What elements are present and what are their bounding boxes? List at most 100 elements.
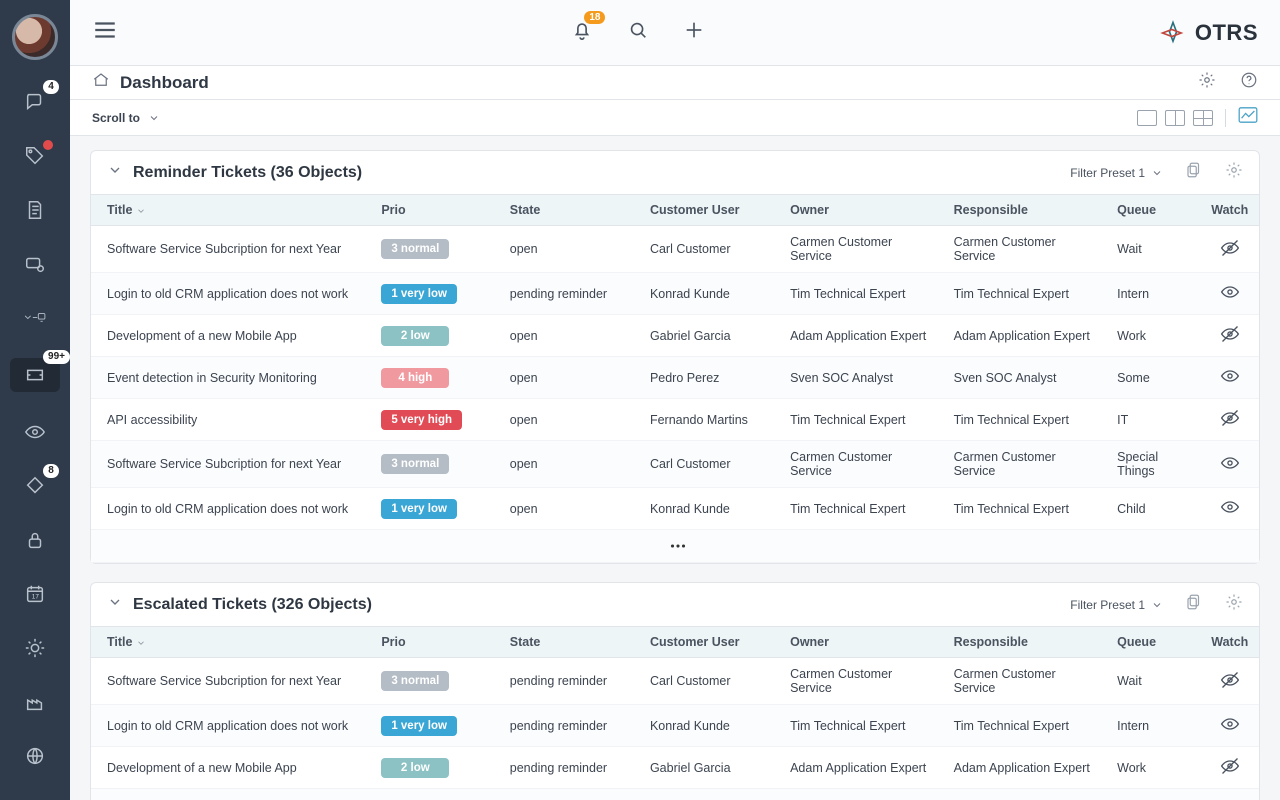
- cell-queue: IT: [1107, 399, 1200, 441]
- cell-responsible: Carmen Customer Service: [944, 226, 1108, 273]
- column-header[interactable]: State: [500, 627, 640, 658]
- column-header[interactable]: Prio: [371, 627, 499, 658]
- chevron-down-icon[interactable]: [148, 112, 160, 124]
- table-row[interactable]: Event detection in Security Monitoring4 …: [91, 357, 1259, 399]
- cell-owner: Tim Technical Expert: [780, 273, 944, 315]
- cell-responsible: Tim Technical Expert: [944, 273, 1108, 315]
- help-icon[interactable]: [1240, 71, 1258, 94]
- watch-toggle[interactable]: [1201, 226, 1259, 273]
- filter-preset-dropdown[interactable]: Filter Preset 1: [1070, 166, 1163, 180]
- column-header[interactable]: Customer User: [640, 195, 780, 226]
- column-header[interactable]: Owner: [780, 195, 944, 226]
- layout-chart-icon[interactable]: [1238, 107, 1258, 128]
- cell-queue: Child: [1107, 488, 1200, 530]
- notifications-bell-icon[interactable]: 18: [571, 19, 593, 46]
- sidebar-article-icon[interactable]: [21, 196, 49, 224]
- column-header[interactable]: Queue: [1107, 627, 1200, 658]
- sidebar-lock-icon[interactable]: [21, 526, 49, 554]
- cell-state: open: [500, 399, 640, 441]
- sidebar-tag-icon[interactable]: [21, 142, 49, 170]
- priority-badge: 2 low: [381, 758, 449, 778]
- home-icon[interactable]: [92, 71, 110, 94]
- watch-toggle[interactable]: [1201, 399, 1259, 441]
- column-header[interactable]: Title: [91, 195, 371, 226]
- table-row[interactable]: Software Service Subcription for next Ye…: [91, 658, 1259, 705]
- sidebar-gear-cluster-icon[interactable]: [21, 634, 49, 662]
- copy-list-icon[interactable]: [1185, 593, 1203, 616]
- priority-badge: 5 very high: [381, 410, 462, 430]
- cell-customer: Fernando Martins: [640, 399, 780, 441]
- watch-toggle[interactable]: [1201, 705, 1259, 747]
- watch-toggle[interactable]: [1201, 789, 1259, 800]
- cell-customer: Carl Customer: [640, 226, 780, 273]
- column-header[interactable]: Queue: [1107, 195, 1200, 226]
- ticket-section-card: Reminder Tickets (36 Objects)Filter Pres…: [90, 150, 1260, 564]
- cell-customer: Gabriel Garcia: [640, 315, 780, 357]
- watch-toggle[interactable]: [1201, 315, 1259, 357]
- priority-badge: 3 normal: [381, 454, 449, 474]
- cell-owner: Sven SOC Analyst: [780, 789, 944, 800]
- sidebar-globe-icon[interactable]: [21, 742, 49, 770]
- watch-toggle[interactable]: [1201, 747, 1259, 789]
- column-header[interactable]: Owner: [780, 627, 944, 658]
- load-more-icon[interactable]: [91, 530, 1259, 563]
- sidebar-factory-icon[interactable]: [21, 688, 49, 716]
- section-settings-icon[interactable]: [1225, 593, 1243, 616]
- avatar[interactable]: [12, 14, 58, 60]
- copy-list-icon[interactable]: [1185, 161, 1203, 184]
- column-header[interactable]: Responsible: [944, 627, 1108, 658]
- table-row[interactable]: Software Service Subcription for next Ye…: [91, 226, 1259, 273]
- cell-responsible: Carmen Customer Service: [944, 658, 1108, 705]
- layout-single-icon[interactable]: [1137, 110, 1157, 126]
- table-row[interactable]: Software Service Subcription for next Ye…: [91, 441, 1259, 488]
- column-header[interactable]: Responsible: [944, 195, 1108, 226]
- cell-owner: Carmen Customer Service: [780, 658, 944, 705]
- column-header[interactable]: Watch: [1201, 195, 1259, 226]
- layout-split-v-icon[interactable]: [1165, 110, 1185, 126]
- sidebar-monitor-icon[interactable]: [21, 304, 49, 332]
- column-header[interactable]: Prio: [371, 195, 499, 226]
- sidebar-chat-icon[interactable]: 4: [21, 88, 49, 116]
- watch-toggle[interactable]: [1201, 441, 1259, 488]
- sidebar-calendar-icon[interactable]: 17: [21, 580, 49, 608]
- search-icon[interactable]: [627, 19, 649, 46]
- table-row[interactable]: API accessibility 5 very high openFernando…: [91, 399, 1259, 441]
- cell-responsible: Tim Technical Expert: [944, 488, 1108, 530]
- collapse-chevron-icon[interactable]: [107, 594, 123, 615]
- cell-customer: Gabriel Garcia: [640, 747, 780, 789]
- table-row[interactable]: Login to old CRM application does not wo…: [91, 273, 1259, 315]
- sidebar-cards-icon[interactable]: [21, 250, 49, 278]
- watch-toggle[interactable]: [1201, 658, 1259, 705]
- settings-gear-icon[interactable]: [1198, 71, 1216, 94]
- sidebar-eye-icon[interactable]: [21, 418, 49, 446]
- table-row[interactable]: Event detection in Security Monitoring4 …: [91, 789, 1259, 800]
- scroll-to-dropdown[interactable]: Scroll to: [92, 111, 140, 125]
- column-header[interactable]: Title: [91, 627, 371, 658]
- filter-preset-dropdown[interactable]: Filter Preset 1: [1070, 598, 1163, 612]
- cell-title: API accessibility: [91, 399, 371, 441]
- table-row[interactable]: Development of a new Mobile App2 lowpend…: [91, 747, 1259, 789]
- sidebar-tickets-icon[interactable]: 99+: [10, 358, 60, 392]
- cell-customer: Carl Customer: [640, 441, 780, 488]
- table-row[interactable]: Login to old CRM application does not wo…: [91, 705, 1259, 747]
- table-row[interactable]: Login to old CRM application does not wo…: [91, 488, 1259, 530]
- add-icon[interactable]: [683, 19, 705, 46]
- column-header[interactable]: State: [500, 195, 640, 226]
- sidebar-diamond-icon[interactable]: 8: [21, 472, 49, 500]
- column-header[interactable]: Customer User: [640, 627, 780, 658]
- table-row[interactable]: Development of a new Mobile App2 lowopen…: [91, 315, 1259, 357]
- priority-badge: 4 high: [381, 368, 449, 388]
- collapse-chevron-icon[interactable]: [107, 162, 123, 183]
- hamburger-menu-icon[interactable]: [92, 17, 118, 48]
- cell-state: pending reminder: [500, 705, 640, 747]
- section-settings-icon[interactable]: [1225, 161, 1243, 184]
- cell-customer: Carl Customer: [640, 658, 780, 705]
- watch-toggle[interactable]: [1201, 273, 1259, 315]
- cell-customer: Konrad Kunde: [640, 273, 780, 315]
- layout-grid-icon[interactable]: [1193, 110, 1213, 126]
- column-header[interactable]: Watch: [1201, 627, 1259, 658]
- sidebar: 4 99+ 8: [0, 0, 70, 800]
- sort-indicator-icon: [132, 635, 146, 649]
- watch-toggle[interactable]: [1201, 357, 1259, 399]
- watch-toggle[interactable]: [1201, 488, 1259, 530]
